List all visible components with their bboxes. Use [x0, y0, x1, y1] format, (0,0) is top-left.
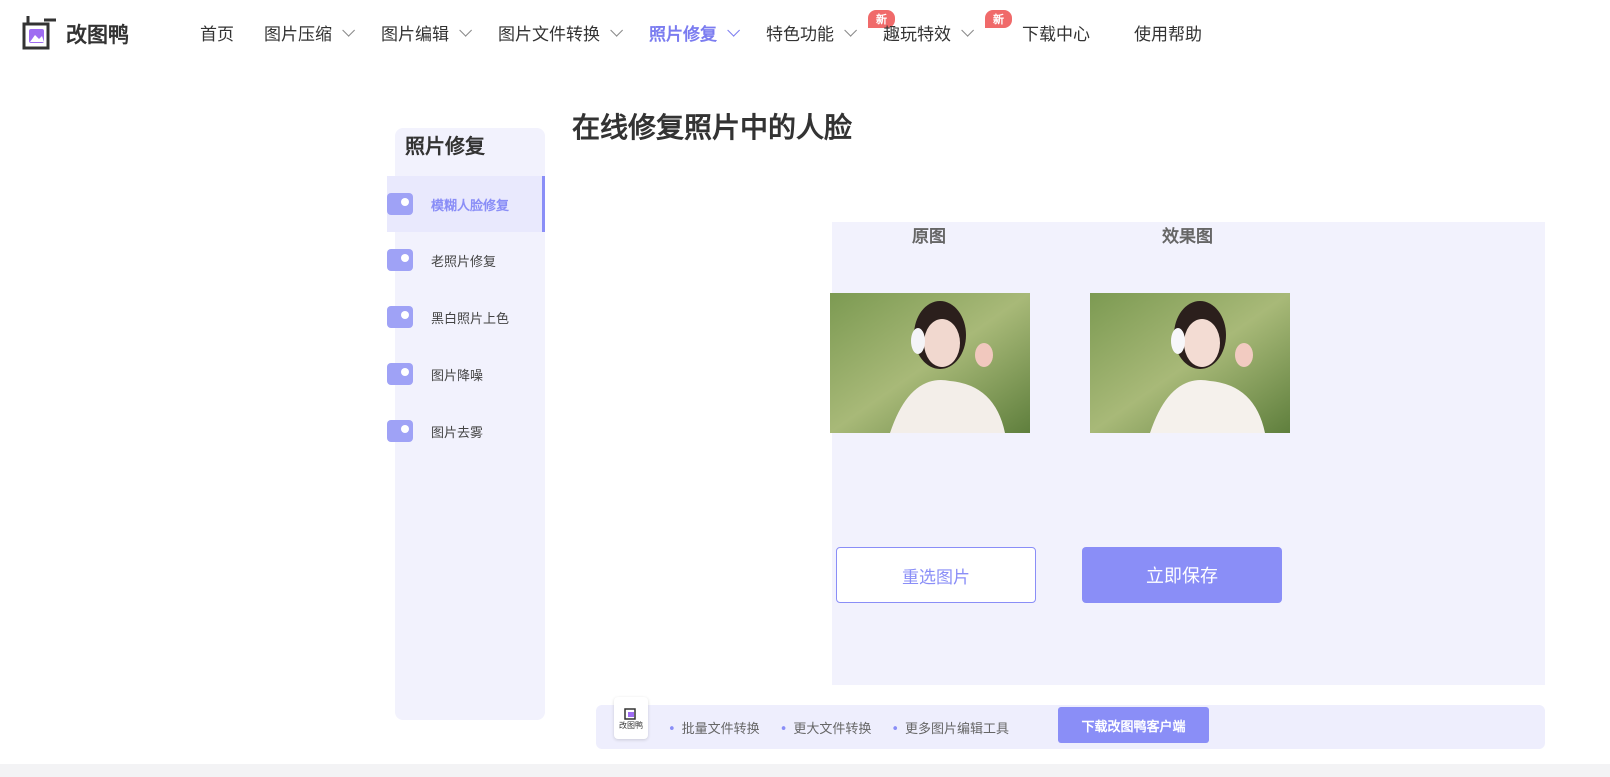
sidebar-title: 照片修复 — [405, 134, 485, 158]
nav-edit[interactable]: 图片编辑 — [381, 20, 472, 45]
logo-icon — [20, 16, 56, 52]
save-now-button[interactable]: 立即保存 — [1082, 547, 1282, 603]
promo-feature: 批量文件转换 — [668, 718, 760, 737]
chevron-down-icon — [610, 24, 623, 37]
chevron-down-icon — [961, 24, 974, 37]
new-badge: 新 — [985, 10, 1012, 28]
sidebar-item-label: 图片去雾 — [431, 425, 484, 441]
sidebar-item-dehaze[interactable]: 图片去雾 — [387, 403, 545, 459]
face-restore-icon — [387, 193, 413, 215]
nav-restore[interactable]: 照片修复 — [649, 20, 740, 45]
sidebar-item-label: 图片降噪 — [431, 368, 484, 384]
sidebar-item-old-photo[interactable]: 老照片修复 — [387, 232, 545, 288]
top-navigation-bar: 改图鸭 首页 图片压缩 图片编辑 图片文件转换 照片修复 特色功能新 趣玩特效新… — [0, 0, 1610, 72]
main-nav: 首页 图片压缩 图片编辑 图片文件转换 照片修复 特色功能新 趣玩特效新 下载中… — [200, 10, 1232, 45]
page-bottom-edge — [0, 764, 1610, 777]
sidebar-item-label: 黑白照片上色 — [431, 311, 510, 327]
client-logo: 改图鸭 — [614, 697, 648, 739]
promo-features: 批量文件转换 更大文件转换 更多图片编辑工具 — [668, 718, 1009, 737]
result-photo — [1090, 293, 1290, 433]
page-title: 在线修复照片中的人脸 — [572, 111, 853, 144]
old-photo-icon — [387, 249, 413, 271]
nav-home[interactable]: 首页 — [200, 20, 234, 45]
nav-download[interactable]: 下载中心 — [1022, 20, 1090, 45]
sidebar-item-label: 模糊人脸修复 — [431, 198, 510, 214]
promo-feature: 更多图片编辑工具 — [891, 718, 1009, 737]
sidebar-item-colorize[interactable]: 黑白照片上色 — [387, 289, 545, 345]
promo-feature: 更大文件转换 — [780, 718, 871, 737]
nav-features[interactable]: 特色功能新 — [766, 10, 895, 45]
client-promo-bar: 改图鸭 批量文件转换 更大文件转换 更多图片编辑工具 下载改图鸭客户端 — [596, 697, 1545, 749]
result-label: 效果图 — [1162, 227, 1213, 247]
download-client-button[interactable]: 下载改图鸭客户端 — [1058, 707, 1209, 743]
sidebar-item-denoise[interactable]: 图片降噪 — [387, 346, 545, 402]
dehaze-icon — [387, 420, 413, 442]
nav-convert[interactable]: 图片文件转换 — [498, 20, 623, 45]
comparison-panel — [832, 222, 1545, 685]
sidebar-item-face-restore[interactable]: 模糊人脸修复 — [387, 176, 545, 232]
chevron-down-icon — [844, 24, 857, 37]
brand-name: 改图鸭 — [66, 23, 129, 47]
denoise-icon — [387, 363, 413, 385]
brand-logo[interactable]: 改图鸭 — [20, 16, 129, 52]
original-label: 原图 — [912, 227, 946, 247]
chevron-down-icon — [727, 24, 740, 37]
colorize-icon — [387, 306, 413, 328]
original-photo — [830, 293, 1030, 433]
logo-icon — [624, 707, 636, 720]
nav-fun[interactable]: 趣玩特效新 — [883, 10, 1012, 45]
chevron-down-icon — [459, 24, 472, 37]
sidebar-item-label: 老照片修复 — [431, 254, 497, 270]
reselect-image-button[interactable]: 重选图片 — [836, 547, 1036, 603]
nav-compress[interactable]: 图片压缩 — [264, 20, 355, 45]
chevron-down-icon — [342, 24, 355, 37]
sidebar: 照片修复 模糊人脸修复 老照片修复 黑白照片上色 图片降噪 图片去雾 — [387, 128, 545, 720]
nav-help[interactable]: 使用帮助 — [1134, 20, 1202, 45]
